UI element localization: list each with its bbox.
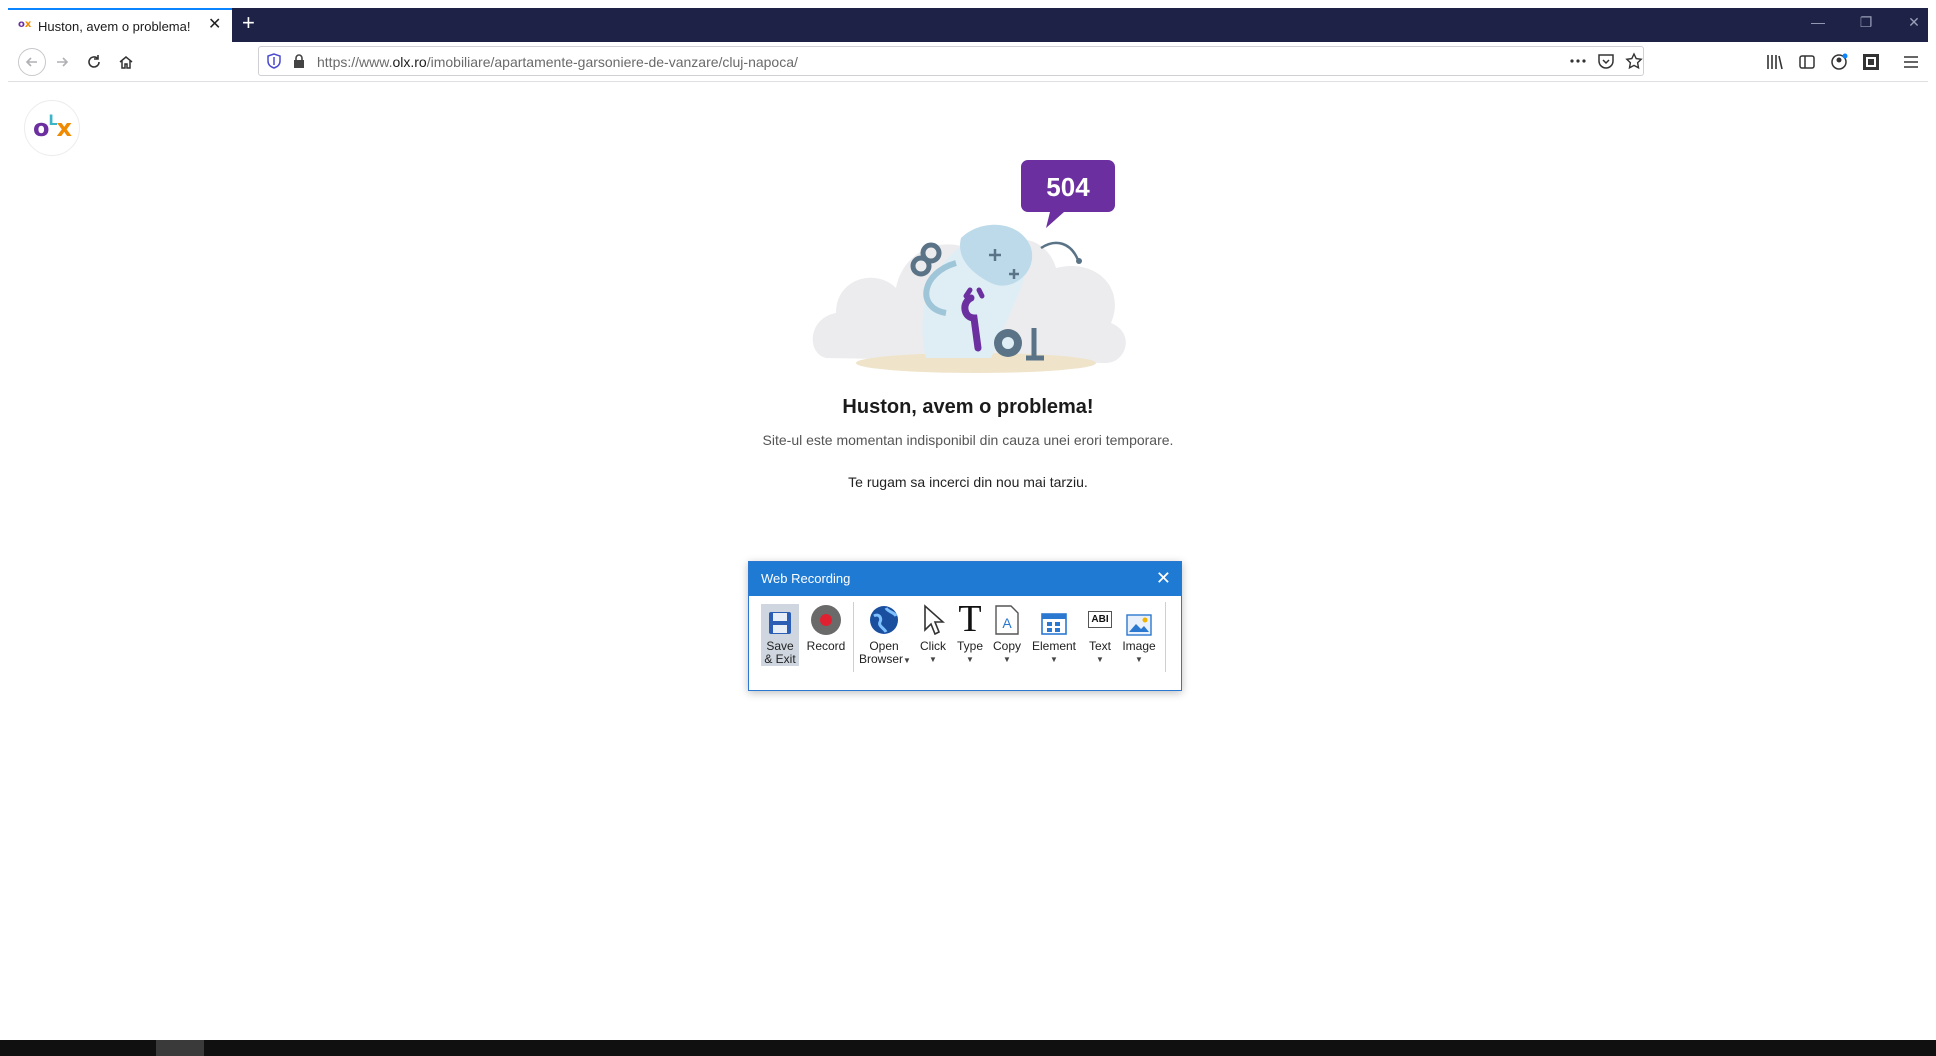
olx-logo[interactable]: oLx <box>24 100 80 156</box>
record-icon <box>811 605 841 635</box>
window-close-button[interactable]: ✕ <box>1904 14 1924 31</box>
error-subtitle: Site-ul este momentan indisponibil din c… <box>762 432 1174 448</box>
error-title: Huston, avem o problema! <box>842 396 1094 418</box>
text-button[interactable]: ABI Text ▼ <box>1083 604 1117 666</box>
tab-close-icon[interactable]: ✕ <box>208 15 221 35</box>
olx-favicon-icon: ox <box>18 19 32 30</box>
library-icon[interactable] <box>1766 53 1784 71</box>
lock-icon[interactable] <box>293 53 305 69</box>
dialog-close-icon[interactable]: ✕ <box>1156 568 1171 589</box>
dialog-titlebar[interactable]: Web Recording ✕ <box>749 562 1181 596</box>
home-icon <box>119 56 133 69</box>
tab-strip: ox Huston, avem o problema! ✕ + — ❐ ✕ <box>8 8 1928 42</box>
error-code: 504 <box>1046 172 1090 202</box>
save-exit-button[interactable]: Save & Exit <box>761 604 799 666</box>
url-bar[interactable]: https://www.olx.ro/imobiliare/apartament… <box>258 46 1644 76</box>
error-retry-message: Te rugam sa incerci din nou mai tarziu. <box>848 474 1088 490</box>
type-t-icon: T <box>958 598 982 640</box>
forward-button[interactable] <box>48 48 76 76</box>
sidebar-icon[interactable] <box>1798 53 1816 71</box>
toolbar-separator <box>853 602 854 672</box>
antenna-tip <box>1076 258 1082 264</box>
browser-window: ox Huston, avem o problema! ✕ + — ❐ ✕ ht… <box>8 8 1928 1048</box>
home-button[interactable] <box>112 48 140 76</box>
image-picture-icon <box>1126 614 1152 636</box>
toolbar-separator <box>1165 602 1166 672</box>
cursor-arrow-icon <box>924 604 945 636</box>
click-button[interactable]: Click ▼ <box>915 604 951 666</box>
text-field-icon: ABI <box>1088 611 1112 628</box>
new-tab-button[interactable]: + <box>242 11 255 35</box>
extension-icon[interactable] <box>1862 53 1880 71</box>
dialog-title: Web Recording <box>761 571 851 586</box>
open-browser-button[interactable]: Open Browser▼ <box>859 604 911 667</box>
bookmark-star-icon[interactable] <box>1625 52 1643 70</box>
image-button[interactable]: Image ▼ <box>1119 604 1159 666</box>
arrow-right-icon <box>57 57 69 67</box>
back-button[interactable] <box>18 48 46 76</box>
svg-text:A: A <box>1002 615 1012 631</box>
error-illustration: 504 <box>812 160 1126 373</box>
type-button[interactable]: T Type ▼ <box>953 598 987 666</box>
browser-tab[interactable]: ox Huston, avem o problema! ✕ <box>8 8 232 42</box>
taskbar <box>0 1040 1936 1056</box>
account-icon[interactable] <box>1830 53 1848 71</box>
element-button[interactable]: Element ▼ <box>1029 604 1079 666</box>
arrow-left-icon <box>25 57 37 67</box>
tab-title: Huston, avem o problema! <box>38 19 191 34</box>
taskbar-item[interactable] <box>156 1040 204 1056</box>
navigation-bar: https://www.olx.ro/imobiliare/apartament… <box>8 42 1928 82</box>
globe-icon <box>870 606 898 634</box>
reload-button[interactable] <box>80 48 108 76</box>
menu-icon[interactable] <box>1902 53 1920 71</box>
url-text[interactable]: https://www.olx.ro/imobiliare/apartament… <box>317 54 798 70</box>
element-grid-icon <box>1041 613 1067 635</box>
record-button[interactable]: Record <box>803 604 849 653</box>
restore-button[interactable]: ❐ <box>1856 14 1876 31</box>
copy-button[interactable]: A Copy ▼ <box>989 604 1025 666</box>
pocket-icon[interactable] <box>1597 52 1615 70</box>
gear-inner <box>1002 337 1014 349</box>
minimize-button[interactable]: — <box>1808 14 1828 30</box>
copy-document-icon: A <box>995 605 1019 635</box>
shield-icon[interactable] <box>267 53 281 69</box>
more-actions-icon[interactable] <box>1569 52 1587 70</box>
reload-icon <box>88 55 100 68</box>
web-recording-dialog: Web Recording ✕ Save & Exit Record Open Br… <box>748 561 1182 691</box>
floppy-disk-icon <box>769 612 791 634</box>
